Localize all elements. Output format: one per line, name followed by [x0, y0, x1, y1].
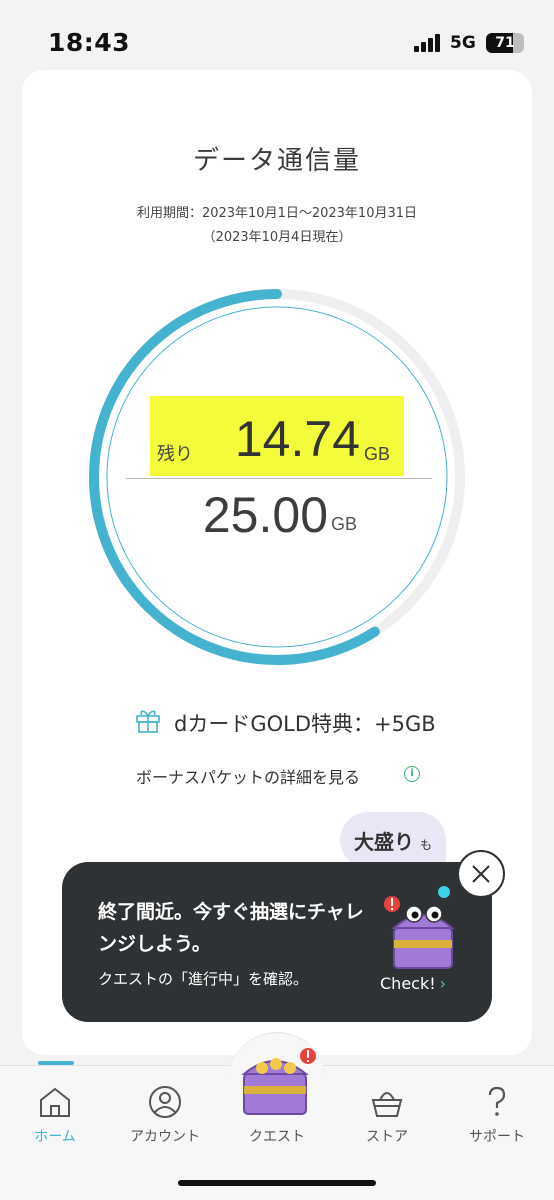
- bonus-text: dカードGOLD特典：+5GB: [174, 712, 436, 736]
- tab-label-account: アカウント: [130, 1129, 200, 1145]
- treasure-chest-icon: [384, 886, 455, 969]
- popup-subtitle: クエストの「進行中」を確認。: [98, 970, 309, 988]
- popup-check-link[interactable]: Check! ›: [380, 974, 446, 993]
- basket-icon: [371, 1092, 403, 1117]
- total-unit: GB: [331, 514, 358, 534]
- remaining-value: 14.74: [234, 411, 360, 467]
- tab-home[interactable]: ホーム: [0, 1066, 110, 1166]
- signal-icon: [414, 34, 444, 52]
- tab-account[interactable]: アカウント: [110, 1066, 220, 1166]
- bonus-packet-detail-link[interactable]: ボーナスパケットの詳細を見る: [136, 764, 360, 788]
- network-type: 5G: [450, 33, 476, 53]
- user-icon: [149, 1086, 181, 1118]
- promo-bubble-suffix: も: [420, 838, 433, 852]
- usage-period: 利用期間：2023年10月1日〜2023年10月31日: [136, 206, 418, 221]
- tab-label-support: サポート: [469, 1129, 525, 1145]
- remaining-label: 残り: [157, 444, 193, 465]
- chevron-right-icon: ›: [439, 974, 447, 993]
- page-title: データ通信量: [192, 146, 361, 176]
- gift-icon: [136, 710, 160, 733]
- battery-level: 71: [495, 35, 515, 51]
- popup-close-button[interactable]: [457, 850, 505, 898]
- close-icon: [472, 865, 490, 883]
- total-value: 25.00: [202, 487, 328, 543]
- battery-icon: 71: [486, 33, 524, 53]
- promo-bubble-text: 大盛り: [354, 830, 414, 854]
- question-icon: [488, 1086, 506, 1116]
- home-icon: [40, 1087, 70, 1117]
- as-of-date: （2023年10月4日現在）: [202, 230, 352, 245]
- popup-title: 終了間近。今すぐ抽選にチャレンジしよう。: [98, 901, 364, 955]
- home-indicator: [178, 1180, 376, 1186]
- status-bar: 18:43 5G 71: [0, 0, 554, 70]
- gauge-inner-ring: [106, 306, 448, 648]
- tab-support[interactable]: サポート: [442, 1066, 552, 1166]
- tab-store[interactable]: ストア: [332, 1066, 442, 1166]
- quest-popup-banner[interactable]: 終了間近。今すぐ抽選にチャレンジしよう。 クエストの「進行中」を確認。 Chec…: [62, 862, 492, 1022]
- promo-bubble[interactable]: 大盛り も: [340, 812, 446, 868]
- gauge-divider: [126, 478, 432, 479]
- usage-gauge: [89, 289, 465, 665]
- info-icon[interactable]: i: [404, 766, 420, 782]
- tab-label-home: ホーム: [34, 1129, 76, 1145]
- tab-label-store: ストア: [366, 1129, 408, 1145]
- treasure-chest-icon: [241, 1048, 316, 1115]
- status-time: 18:43: [48, 28, 131, 57]
- popup-check-label: Check!: [380, 974, 436, 993]
- remaining-unit: GB: [364, 444, 391, 464]
